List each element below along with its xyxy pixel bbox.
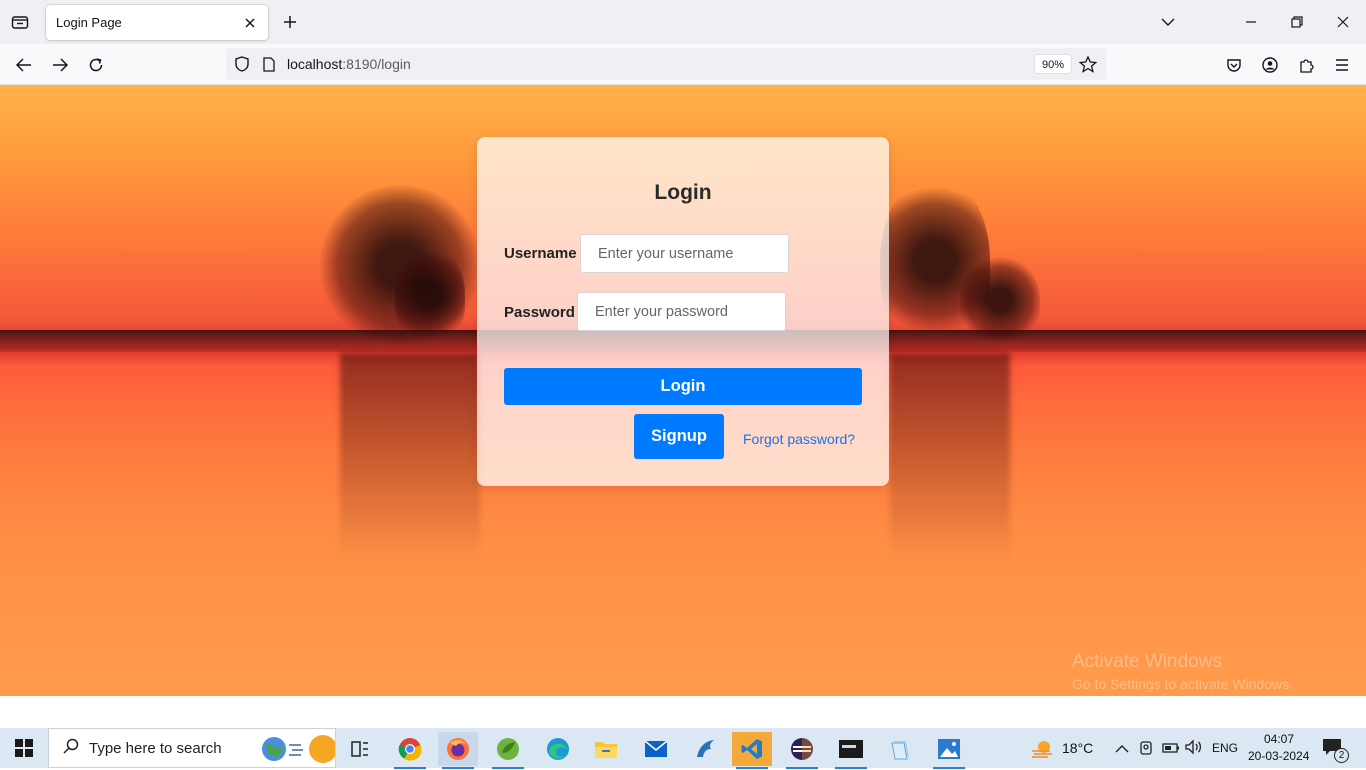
password-label: Password [504, 304, 575, 321]
username-label: Username [504, 245, 577, 262]
hamburger-menu-icon[interactable] [1329, 52, 1355, 78]
tab-list-icon[interactable] [8, 10, 32, 34]
address-bar[interactable]: localhost:8190/login 90% [226, 48, 1106, 80]
restore-icon[interactable] [1285, 10, 1309, 34]
forward-arrow-icon[interactable] [47, 52, 73, 78]
pocket-icon[interactable] [1221, 52, 1247, 78]
task-view-icon[interactable] [340, 732, 380, 766]
activate-windows-subtitle: Go to Settings to activate Windows. [1072, 676, 1293, 692]
page-bottom-area [0, 696, 1366, 728]
clock-date[interactable]: 20-03-2024 [1248, 749, 1309, 763]
extensions-puzzle-icon[interactable] [1293, 52, 1319, 78]
back-arrow-icon[interactable] [11, 52, 37, 78]
meet-now-icon[interactable] [1139, 739, 1155, 762]
navigation-toolbar: localhost:8190/login 90% [0, 44, 1366, 85]
login-button[interactable]: Login [504, 368, 862, 405]
account-icon[interactable] [1257, 52, 1283, 78]
bookmark-star-icon[interactable] [1078, 54, 1098, 74]
reload-icon[interactable] [83, 52, 109, 78]
battery-icon[interactable] [1162, 741, 1180, 759]
input-language[interactable]: ENG [1212, 741, 1238, 755]
tab-overflow-chevron-icon[interactable] [1156, 10, 1180, 34]
file-explorer-icon[interactable] [586, 732, 626, 766]
notepad-icon[interactable] [880, 732, 920, 766]
page-viewport: Login Username Password Login Signup For… [0, 85, 1366, 696]
spring-tool-suite-icon[interactable] [488, 732, 528, 769]
dbeaver-icon[interactable] [685, 732, 725, 766]
username-input[interactable] [580, 234, 789, 273]
weather-temperature[interactable]: 18°C [1062, 740, 1093, 756]
close-window-icon[interactable] [1331, 10, 1355, 34]
taskbar-search-box[interactable]: Type here to search [48, 728, 337, 770]
tracking-protection-shield-icon[interactable] [232, 54, 252, 74]
url-host: localhost [287, 56, 343, 72]
signup-button[interactable]: Signup [634, 414, 724, 459]
password-input[interactable] [577, 292, 786, 331]
chrome-icon[interactable] [390, 732, 430, 769]
firefox-icon[interactable] [438, 732, 478, 769]
search-placeholder: Type here to search [89, 739, 222, 757]
minimize-icon[interactable] [1239, 10, 1263, 34]
activate-windows-title: Activate Windows [1072, 651, 1222, 672]
vscode-icon[interactable] [732, 732, 772, 769]
tab-title: Login Page [56, 15, 122, 30]
login-card: Login Username Password Login Signup For… [477, 137, 889, 486]
page-info-icon[interactable] [260, 55, 278, 73]
login-heading: Login [654, 181, 712, 204]
browser-tab[interactable]: Login Page [46, 5, 268, 40]
url-path: :8190/login [342, 56, 411, 72]
volume-icon[interactable] [1185, 739, 1203, 760]
clock-time[interactable]: 04:07 [1264, 732, 1294, 746]
mail-icon[interactable] [636, 732, 676, 766]
notification-count-badge: 2 [1334, 748, 1349, 763]
search-icon [63, 738, 79, 759]
edge-icon[interactable] [538, 732, 578, 766]
forgot-password-link[interactable]: Forgot password? [743, 431, 855, 447]
new-tab-icon[interactable] [280, 12, 300, 32]
close-tab-icon[interactable] [242, 15, 258, 31]
tab-strip: Login Page [0, 0, 1366, 44]
show-hidden-icons-chevron-icon[interactable] [1115, 741, 1129, 759]
photos-icon[interactable] [929, 732, 969, 769]
eclipse-icon[interactable] [782, 732, 822, 769]
zoom-level-badge[interactable]: 90% [1034, 54, 1073, 74]
windows-taskbar: Type here to search 18°C ENG 04:07 20-03… [0, 728, 1366, 770]
weather-sun-icon[interactable] [1022, 732, 1062, 766]
search-highlight-globe-icon[interactable] [259, 733, 337, 770]
mysql-shell-icon[interactable] [831, 732, 871, 769]
windows-start-icon[interactable] [0, 728, 48, 768]
url-text[interactable]: localhost:8190/login [287, 56, 411, 72]
